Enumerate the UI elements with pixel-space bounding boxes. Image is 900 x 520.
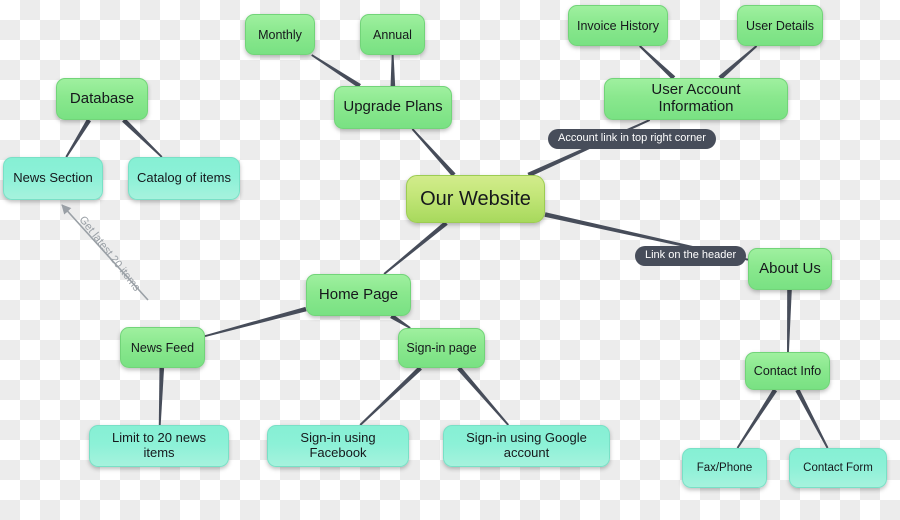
- mindmap-canvas: Our Website Database News Section Catalo…: [0, 0, 900, 520]
- node-sign-in-page[interactable]: Sign-in page: [398, 328, 485, 368]
- node-user-details[interactable]: User Details: [737, 5, 823, 46]
- edge-home_page-to-news_feed: [204, 306, 307, 338]
- node-news-feed[interactable]: News Feed: [120, 327, 205, 368]
- node-database[interactable]: Database: [56, 78, 148, 120]
- node-about-us[interactable]: About Us: [748, 248, 832, 290]
- edge-user_account-to-user_details: [718, 45, 758, 80]
- node-invoice-history[interactable]: Invoice History: [568, 5, 668, 46]
- edge-root-to-home_page: [383, 221, 448, 275]
- edge-user_account-to-invoice_history: [639, 45, 676, 80]
- node-sign-in-using-google-account[interactable]: Sign-in using Google account: [443, 425, 610, 467]
- edge-root-to-upgrade_plans: [411, 128, 456, 177]
- node-upgrade-plans[interactable]: Upgrade Plans: [334, 86, 452, 129]
- edge-news_feed-to-limit_20: [158, 367, 165, 426]
- node-sign-in-using-facebook[interactable]: Sign-in using Facebook: [267, 425, 409, 467]
- edge-upgrade_plans-to-annual: [390, 54, 396, 87]
- edge-upgrade_plans-to-monthly: [311, 54, 361, 88]
- edge-label-account-link: Account link in top right corner: [548, 129, 716, 149]
- node-monthly[interactable]: Monthly: [245, 14, 315, 55]
- edge-label-link-on-header: Link on the header: [635, 246, 747, 266]
- edge-signin_page-to-signin_facebook: [359, 366, 422, 426]
- node-news-section[interactable]: News Section: [3, 157, 103, 200]
- edge-signin_page-to-signin_google: [457, 366, 510, 426]
- edge-home_page-to-signin_page: [390, 314, 411, 329]
- node-home-page[interactable]: Home Page: [306, 274, 411, 316]
- node-fax-phone[interactable]: Fax/Phone: [682, 448, 767, 488]
- edge-database-to-news_section: [65, 118, 92, 158]
- node-catalog-of-items[interactable]: Catalog of items: [128, 157, 240, 200]
- edge-database-to-catalog: [122, 118, 163, 158]
- edge-contact_info-to-contact_form: [795, 388, 829, 449]
- node-our-website[interactable]: Our Website: [406, 175, 545, 223]
- node-contact-info[interactable]: Contact Info: [745, 352, 830, 390]
- node-contact-form[interactable]: Contact Form: [789, 448, 887, 488]
- node-user-account-information[interactable]: User Account Information: [604, 78, 788, 120]
- edge-contact_info-to-fax_phone: [736, 388, 778, 449]
- node-limit-to-20-news-items[interactable]: Limit to 20 news items: [89, 425, 229, 467]
- node-annual[interactable]: Annual: [360, 14, 425, 55]
- edge-about_us-to-contact_info: [787, 289, 792, 353]
